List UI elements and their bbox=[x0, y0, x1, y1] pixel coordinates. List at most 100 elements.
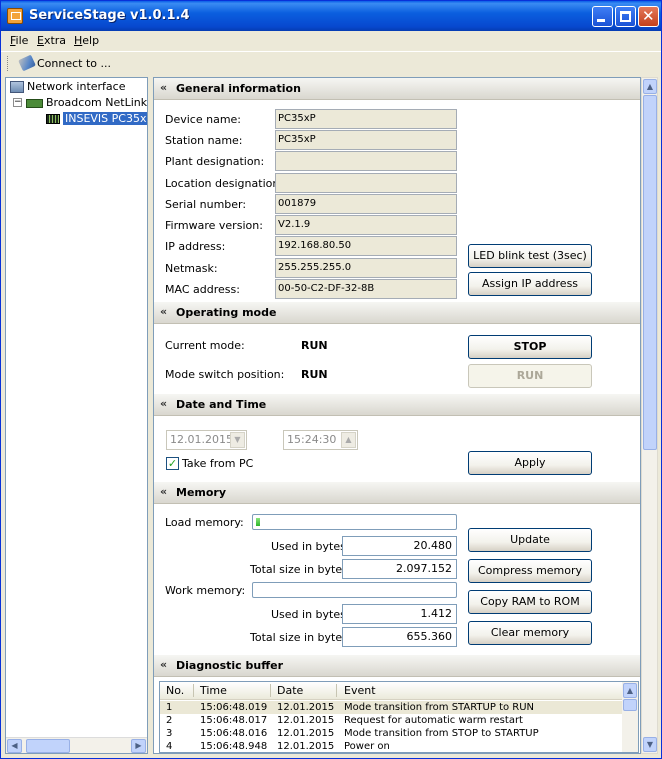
station-name-field[interactable]: PC35xP bbox=[275, 130, 457, 150]
scroll-thumb[interactable] bbox=[623, 699, 637, 711]
mac-address-label: MAC address: bbox=[165, 283, 240, 296]
serial-number-field[interactable]: 001879 bbox=[275, 194, 457, 214]
update-button[interactable]: Update bbox=[468, 528, 592, 552]
section-operating-header[interactable]: « Operating mode bbox=[154, 302, 640, 324]
cell-event: Request for automatic warm restart bbox=[344, 715, 523, 726]
date-picker[interactable]: 12.01.2015 ▼ bbox=[166, 430, 247, 450]
load-total-field[interactable]: 2.097.152 bbox=[342, 559, 457, 579]
mac-address-field[interactable]: 00-50-C2-DF-32-8B bbox=[275, 279, 457, 299]
work-used-field[interactable]: 1.412 bbox=[342, 604, 457, 624]
table-row[interactable]: 3 15:06:48.016 12.01.2015 Mode transitio… bbox=[160, 727, 622, 740]
table-row[interactable]: 1 15:06:48.019 12.01.2015 Mode transitio… bbox=[160, 701, 622, 714]
scroll-up-icon[interactable]: ▲ bbox=[623, 683, 637, 698]
scroll-right-icon[interactable]: ▶ bbox=[131, 739, 146, 753]
column-separator[interactable] bbox=[270, 684, 271, 697]
toolbar-grip[interactable] bbox=[7, 56, 10, 71]
time-picker[interactable]: 15:24:30 ▲ bbox=[283, 430, 358, 450]
column-separator[interactable] bbox=[336, 684, 337, 697]
spin-arrows-icon[interactable]: ▲ bbox=[341, 432, 356, 448]
take-from-pc-checkbox[interactable]: ✓ bbox=[166, 457, 179, 470]
serial-number-label: Serial number: bbox=[165, 198, 247, 211]
section-title: Date and Time bbox=[176, 398, 267, 411]
tree-horizontal-scrollbar[interactable]: ◀ ▶ bbox=[6, 737, 147, 753]
maximize-icon bbox=[620, 11, 631, 22]
section-memory-header[interactable]: « Memory bbox=[154, 482, 640, 504]
location-designation-field[interactable] bbox=[275, 173, 457, 193]
tree-item-adapter[interactable]: Broadcom NetLink (TM bbox=[26, 95, 147, 111]
work-total-field[interactable]: 655.360 bbox=[342, 627, 457, 647]
cell-date: 12.01.2015 bbox=[277, 728, 335, 739]
cell-time: 15:06:48.948 bbox=[200, 741, 268, 752]
ip-address-field[interactable]: 192.168.80.50 bbox=[275, 236, 457, 256]
current-mode-value: RUN bbox=[301, 339, 328, 352]
ip-address-label: IP address: bbox=[165, 240, 226, 253]
plant-designation-label: Plant designation: bbox=[165, 155, 265, 168]
current-mode-label: Current mode: bbox=[165, 339, 245, 352]
stop-button[interactable]: STOP bbox=[468, 335, 592, 359]
column-separator[interactable] bbox=[193, 684, 194, 697]
table-row[interactable]: 4 15:06:48.948 12.01.2015 Power on bbox=[160, 740, 622, 752]
column-header-no[interactable]: No. bbox=[166, 684, 184, 697]
section-diagnostic-header[interactable]: « Diagnostic buffer bbox=[154, 655, 640, 677]
load-total-label: Total size in bytes: bbox=[250, 563, 352, 576]
firmware-version-field[interactable]: V2.1.9 bbox=[275, 215, 457, 235]
cell-event: Mode transition from STARTUP to RUN bbox=[344, 702, 535, 713]
firmware-version-label: Firmware version: bbox=[165, 219, 263, 232]
scrollbar-track[interactable]: ▲ ▼ bbox=[642, 78, 657, 753]
menu-help[interactable]: Help bbox=[74, 34, 99, 47]
scroll-thumb[interactable] bbox=[643, 95, 657, 450]
scroll-thumb[interactable] bbox=[26, 739, 70, 753]
scroll-down-icon[interactable]: ▼ bbox=[643, 737, 657, 752]
section-title: Diagnostic buffer bbox=[176, 659, 284, 672]
tree-collapse-icon[interactable]: − bbox=[13, 98, 22, 107]
close-button[interactable]: ✕ bbox=[638, 6, 659, 27]
cell-date: 12.01.2015 bbox=[277, 702, 335, 713]
scroll-left-icon[interactable]: ◀ bbox=[7, 739, 22, 753]
plc-device-icon bbox=[46, 114, 60, 124]
table-row[interactable]: 2 15:06:48.017 12.01.2015 Request for au… bbox=[160, 714, 622, 727]
apply-button[interactable]: Apply bbox=[468, 451, 592, 475]
time-value: 15:24:30 bbox=[287, 433, 337, 446]
assign-ip-address-button[interactable]: Assign IP address bbox=[468, 272, 592, 296]
minimize-button[interactable] bbox=[592, 6, 613, 27]
copy-ram-to-rom-button[interactable]: Copy RAM to ROM bbox=[468, 590, 592, 614]
dropdown-arrow-icon[interactable]: ▼ bbox=[230, 432, 245, 448]
toolbar: Connect to ... bbox=[1, 51, 661, 75]
run-button[interactable]: RUN bbox=[468, 364, 592, 388]
device-name-label: Device name: bbox=[165, 113, 242, 126]
tree-item-device[interactable]: INSEVIS PC35xP bbox=[46, 111, 147, 127]
cell-time: 15:06:48.017 bbox=[200, 715, 268, 726]
maximize-button[interactable] bbox=[615, 6, 636, 27]
main-panel: « General information Device name: PC35x… bbox=[153, 77, 641, 754]
compress-memory-button[interactable]: Compress memory bbox=[468, 559, 592, 583]
tree-item-network-interface[interactable]: Network interface bbox=[10, 79, 125, 95]
scroll-up-icon[interactable]: ▲ bbox=[643, 79, 657, 94]
plant-designation-field[interactable] bbox=[275, 151, 457, 171]
title-bar[interactable]: ServiceStage v1.0.1.4 ✕ bbox=[1, 1, 661, 31]
load-memory-fill bbox=[256, 518, 260, 526]
column-header-date[interactable]: Date bbox=[277, 684, 303, 697]
table-vertical-scrollbar[interactable]: ▲ bbox=[622, 682, 638, 752]
diagnostic-table: No. Time Date Event 1 15:06:48.019 12.01… bbox=[159, 681, 639, 753]
connect-button[interactable]: Connect to ... bbox=[15, 53, 115, 74]
menu-extra[interactable]: Extra bbox=[37, 34, 66, 47]
load-used-field[interactable]: 20.480 bbox=[342, 536, 457, 556]
led-blink-test-button[interactable]: LED blink test (3sec) bbox=[468, 244, 592, 268]
take-from-pc-label[interactable]: Take from PC bbox=[182, 457, 253, 470]
section-title: General information bbox=[176, 82, 301, 95]
network-card-icon bbox=[26, 98, 43, 108]
section-general-header[interactable]: « General information bbox=[154, 78, 640, 100]
netmask-field[interactable]: 255.255.255.0 bbox=[275, 258, 457, 278]
column-header-event[interactable]: Event bbox=[344, 684, 376, 697]
column-header-time[interactable]: Time bbox=[200, 684, 227, 697]
section-title: Operating mode bbox=[176, 306, 277, 319]
cell-date: 12.01.2015 bbox=[277, 715, 335, 726]
section-datetime-header[interactable]: « Date and Time bbox=[154, 394, 640, 416]
clear-memory-button[interactable]: Clear memory bbox=[468, 621, 592, 645]
load-used-label: Used in bytes: bbox=[271, 540, 350, 553]
collapse-chevron-icon: « bbox=[160, 305, 168, 318]
device-name-field[interactable]: PC35xP bbox=[275, 109, 457, 129]
collapse-chevron-icon: « bbox=[160, 658, 168, 671]
menu-file[interactable]: File bbox=[10, 34, 28, 47]
main-vertical-scrollbar[interactable]: ▲ ▼ bbox=[641, 77, 658, 754]
